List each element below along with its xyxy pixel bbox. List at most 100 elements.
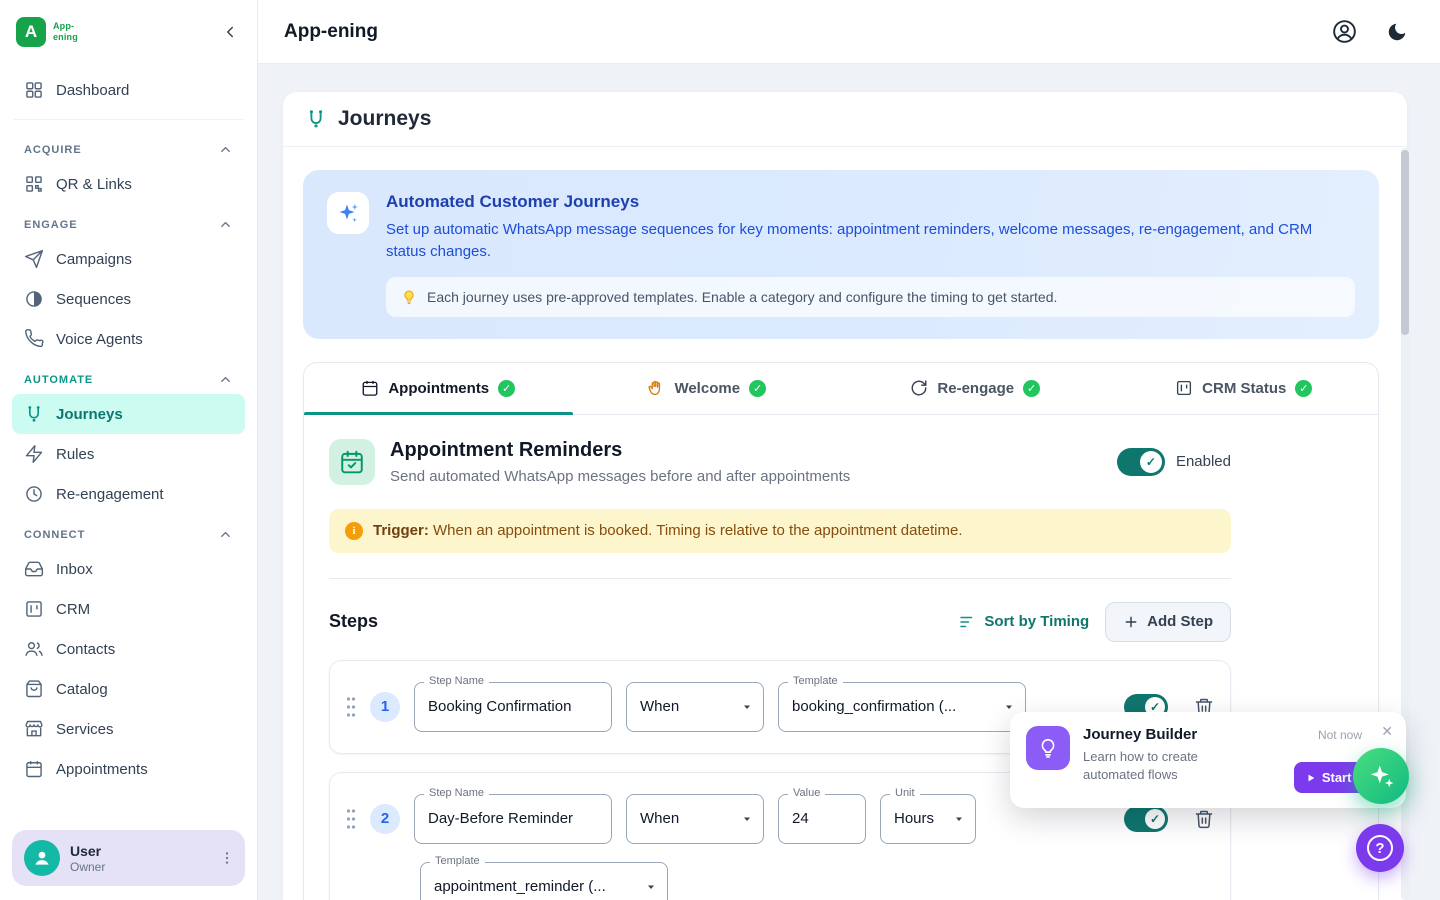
tab-re-engage[interactable]: Re-engage ✓ [841, 363, 1110, 414]
steps-actions: Sort by Timing Add Step [958, 602, 1231, 642]
sidebar-item-campaigns[interactable]: Campaigns [12, 239, 245, 279]
toggle-check-icon: ✓ [1140, 451, 1162, 473]
sidebar-section-acquire[interactable]: ACQUIRE [12, 129, 245, 164]
sidebar-item-rules[interactable]: Rules [12, 434, 245, 474]
section-label: AUTOMATE [24, 374, 93, 386]
sidebar-item-services[interactable]: Services [12, 709, 245, 749]
category-titles: Appointment Reminders Send automated Wha… [390, 439, 850, 485]
sidebar-section-connect[interactable]: CONNECT [12, 514, 245, 549]
steps-header: Steps Sort by Timing Add Ste [329, 602, 1231, 642]
sidebar-item-sequences[interactable]: Sequences [12, 279, 245, 319]
calendar-icon [361, 379, 379, 397]
logo-text-line1: App- [53, 21, 78, 32]
sidebar-item-label: Journeys [56, 406, 123, 423]
when-select[interactable]: When [626, 794, 764, 844]
step-enabled-toggle[interactable]: ✓ [1124, 806, 1168, 832]
half-circle-icon [24, 289, 44, 309]
tab-crm-status[interactable]: CRM Status ✓ [1110, 363, 1379, 414]
kanban-icon [1175, 379, 1193, 397]
drag-handle-icon[interactable] [346, 696, 356, 718]
sidebar-item-label: Re-engagement [56, 486, 164, 503]
unit-select[interactable]: Unit Hours [880, 794, 976, 844]
sidebar: A App- ening Dashboard ACQUIRE [0, 0, 258, 900]
section-label: ACQUIRE [24, 144, 82, 156]
journeys-icon [24, 404, 44, 424]
tab-welcome[interactable]: Welcome ✓ [573, 363, 842, 414]
sidebar-item-qr-links[interactable]: QR & Links [12, 164, 245, 204]
trigger-text: Trigger: When an appointment is booked. … [373, 522, 962, 539]
drag-handle-icon[interactable] [346, 808, 356, 830]
sidebar-divider [14, 119, 243, 120]
field-label: Step Name [424, 675, 489, 687]
sidebar-section-engage[interactable]: ENGAGE [12, 204, 245, 239]
category-toggle-group: ✓ Enabled [1117, 439, 1231, 476]
app-logo[interactable]: A App- ening [16, 17, 78, 47]
page-header: Journeys [283, 92, 1407, 147]
value-input[interactable]: Value 24 [778, 794, 866, 844]
sidebar-collapse-button[interactable] [221, 23, 239, 41]
trigger-banner: i Trigger: When an appointment is booked… [329, 509, 1231, 553]
sort-icon [958, 613, 976, 631]
account-button[interactable] [1331, 18, 1358, 45]
tab-appointments[interactable]: Appointments ✓ [304, 363, 573, 414]
template-select[interactable]: Template appointment_reminder (... [420, 862, 668, 900]
sidebar-section-automate[interactable]: AUTOMATE [12, 359, 245, 394]
caret-down-icon [645, 881, 657, 893]
sparkles-icon [327, 192, 369, 234]
sidebar-item-dashboard[interactable]: Dashboard [12, 70, 245, 110]
sidebar-item-re-engagement[interactable]: Re-engagement [12, 474, 245, 514]
enabled-toggle[interactable]: ✓ [1117, 448, 1165, 476]
logo-mark: A [16, 17, 46, 47]
field-label: Unit [890, 787, 920, 799]
journeys-banner: Automated Customer Journeys Set up autom… [303, 170, 1379, 339]
sidebar-item-catalog[interactable]: Catalog [12, 669, 245, 709]
scrollbar-thumb[interactable] [1401, 150, 1409, 335]
dashboard-icon [24, 80, 44, 100]
toast-title: Journey Builder [1083, 726, 1197, 743]
appointments-tab-content: Appointment Reminders Send automated Wha… [304, 415, 1378, 900]
sidebar-item-label: Dashboard [56, 82, 129, 99]
step-name-input[interactable]: Step Name Booking Confirmation [414, 682, 612, 732]
tab-label: Re-engage [937, 380, 1014, 397]
bag-icon [24, 679, 44, 699]
when-select[interactable]: When [626, 682, 764, 732]
avatar [24, 840, 60, 876]
help-fab[interactable]: ? [1356, 824, 1404, 872]
sidebar-item-label: Sequences [56, 291, 131, 308]
caret-down-icon [741, 701, 753, 713]
sidebar-nav: Dashboard ACQUIRE QR & Links ENGAGE Camp… [0, 64, 257, 789]
sort-by-timing-button[interactable]: Sort by Timing [958, 613, 1089, 631]
field-label: Template [788, 675, 843, 687]
info-icon: i [345, 522, 363, 540]
sidebar-item-crm[interactable]: CRM [12, 589, 245, 629]
user-card[interactable]: User Owner [12, 830, 245, 886]
add-step-button[interactable]: Add Step [1105, 602, 1231, 642]
sidebar-item-journeys[interactable]: Journeys [12, 394, 245, 434]
chevron-up-icon [218, 372, 233, 387]
sidebar-item-label: Appointments [56, 761, 148, 778]
sidebar-item-contacts[interactable]: Contacts [12, 629, 245, 669]
dark-mode-button[interactable] [1386, 21, 1408, 43]
banner-description: Set up automatic WhatsApp message sequen… [386, 219, 1355, 263]
sidebar-item-appointments[interactable]: Appointments [12, 749, 245, 789]
ai-assistant-fab[interactable] [1353, 748, 1409, 804]
close-icon[interactable]: ✕ [1381, 724, 1393, 738]
kanban-icon [24, 599, 44, 619]
journey-builder-toast: Journey Builder Not now Learn how to cre… [1010, 712, 1406, 808]
section-label: ENGAGE [24, 219, 78, 231]
category-title: Appointment Reminders [390, 439, 850, 462]
delete-step-button[interactable] [1194, 809, 1214, 829]
clock-icon [24, 484, 44, 504]
field-label: Value [788, 787, 825, 799]
user-menu-button[interactable] [219, 850, 235, 866]
step-name-input[interactable]: Step Name Day-Before Reminder [414, 794, 612, 844]
user-role: Owner [70, 860, 105, 874]
banner-text: Automated Customer Journeys Set up autom… [386, 192, 1355, 317]
storefront-icon [24, 719, 44, 739]
sidebar-item-voice-agents[interactable]: Voice Agents [12, 319, 245, 359]
sidebar-item-label: Campaigns [56, 251, 132, 268]
template-select[interactable]: Template booking_confirmation (... [778, 682, 1026, 732]
sidebar-item-inbox[interactable]: Inbox [12, 549, 245, 589]
logo-text-line2: ening [53, 32, 78, 43]
not-now-button[interactable]: Not now [1318, 728, 1362, 742]
